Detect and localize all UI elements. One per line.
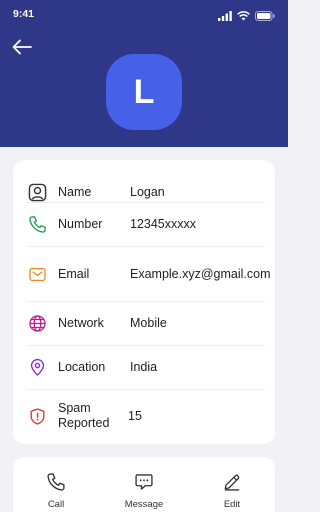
back-button[interactable] (10, 36, 34, 58)
email-icon (27, 264, 47, 284)
field-row-number: Number 12345xxxxx (13, 203, 275, 246)
message-button[interactable]: Message (109, 471, 179, 510)
field-row-network: Network Mobile (13, 302, 275, 345)
field-value-location: India (130, 360, 158, 374)
call-button[interactable]: Call (21, 471, 91, 510)
status-time: 9:41 (13, 8, 35, 20)
wifi-icon (237, 8, 250, 26)
call-label: Call (47, 499, 65, 510)
shield-alert-icon (27, 406, 47, 426)
action-bar: Call Message Edit (13, 457, 275, 512)
field-value-email: Example.xyz@gmail.com (130, 266, 271, 281)
phone-icon (45, 471, 67, 493)
profile-header: 9:41 L (0, 0, 288, 147)
field-label-email: Email (58, 266, 90, 281)
field-value-network: Mobile (130, 316, 167, 330)
pencil-icon (221, 471, 243, 493)
field-label-network: Network (58, 316, 104, 330)
field-label-location: Location (58, 360, 106, 374)
globe-icon (27, 314, 47, 334)
avatar: L (106, 54, 182, 130)
arrow-left-icon (12, 39, 32, 55)
field-label-name: Name (58, 184, 92, 199)
battery-icon (255, 8, 275, 26)
field-value-name: Logan (130, 184, 165, 199)
edit-button[interactable]: Edit (197, 471, 267, 510)
person-icon (27, 182, 47, 202)
field-value-number: 12345xxxxx (130, 217, 197, 231)
edit-label: Edit (223, 499, 241, 510)
status-bar: 9:41 (0, 0, 288, 28)
field-row-location: Location India (13, 346, 275, 389)
status-icons (218, 8, 275, 26)
field-label-spam: Spam Reported (58, 401, 110, 430)
field-row-email: Email Example.xyz@gmail.com (13, 247, 275, 301)
location-pin-icon (27, 358, 47, 378)
signal-icon (218, 8, 232, 26)
message-icon (133, 471, 155, 493)
message-label: Message (124, 499, 164, 510)
field-value-spam: 15 (128, 408, 142, 423)
field-row-spam: Spam Reported 15 (13, 390, 275, 442)
contact-details-card: Name Logan Number 12345xxxxx Email Examp… (13, 160, 275, 444)
field-label-number: Number (58, 217, 103, 231)
phone-icon (27, 215, 47, 235)
